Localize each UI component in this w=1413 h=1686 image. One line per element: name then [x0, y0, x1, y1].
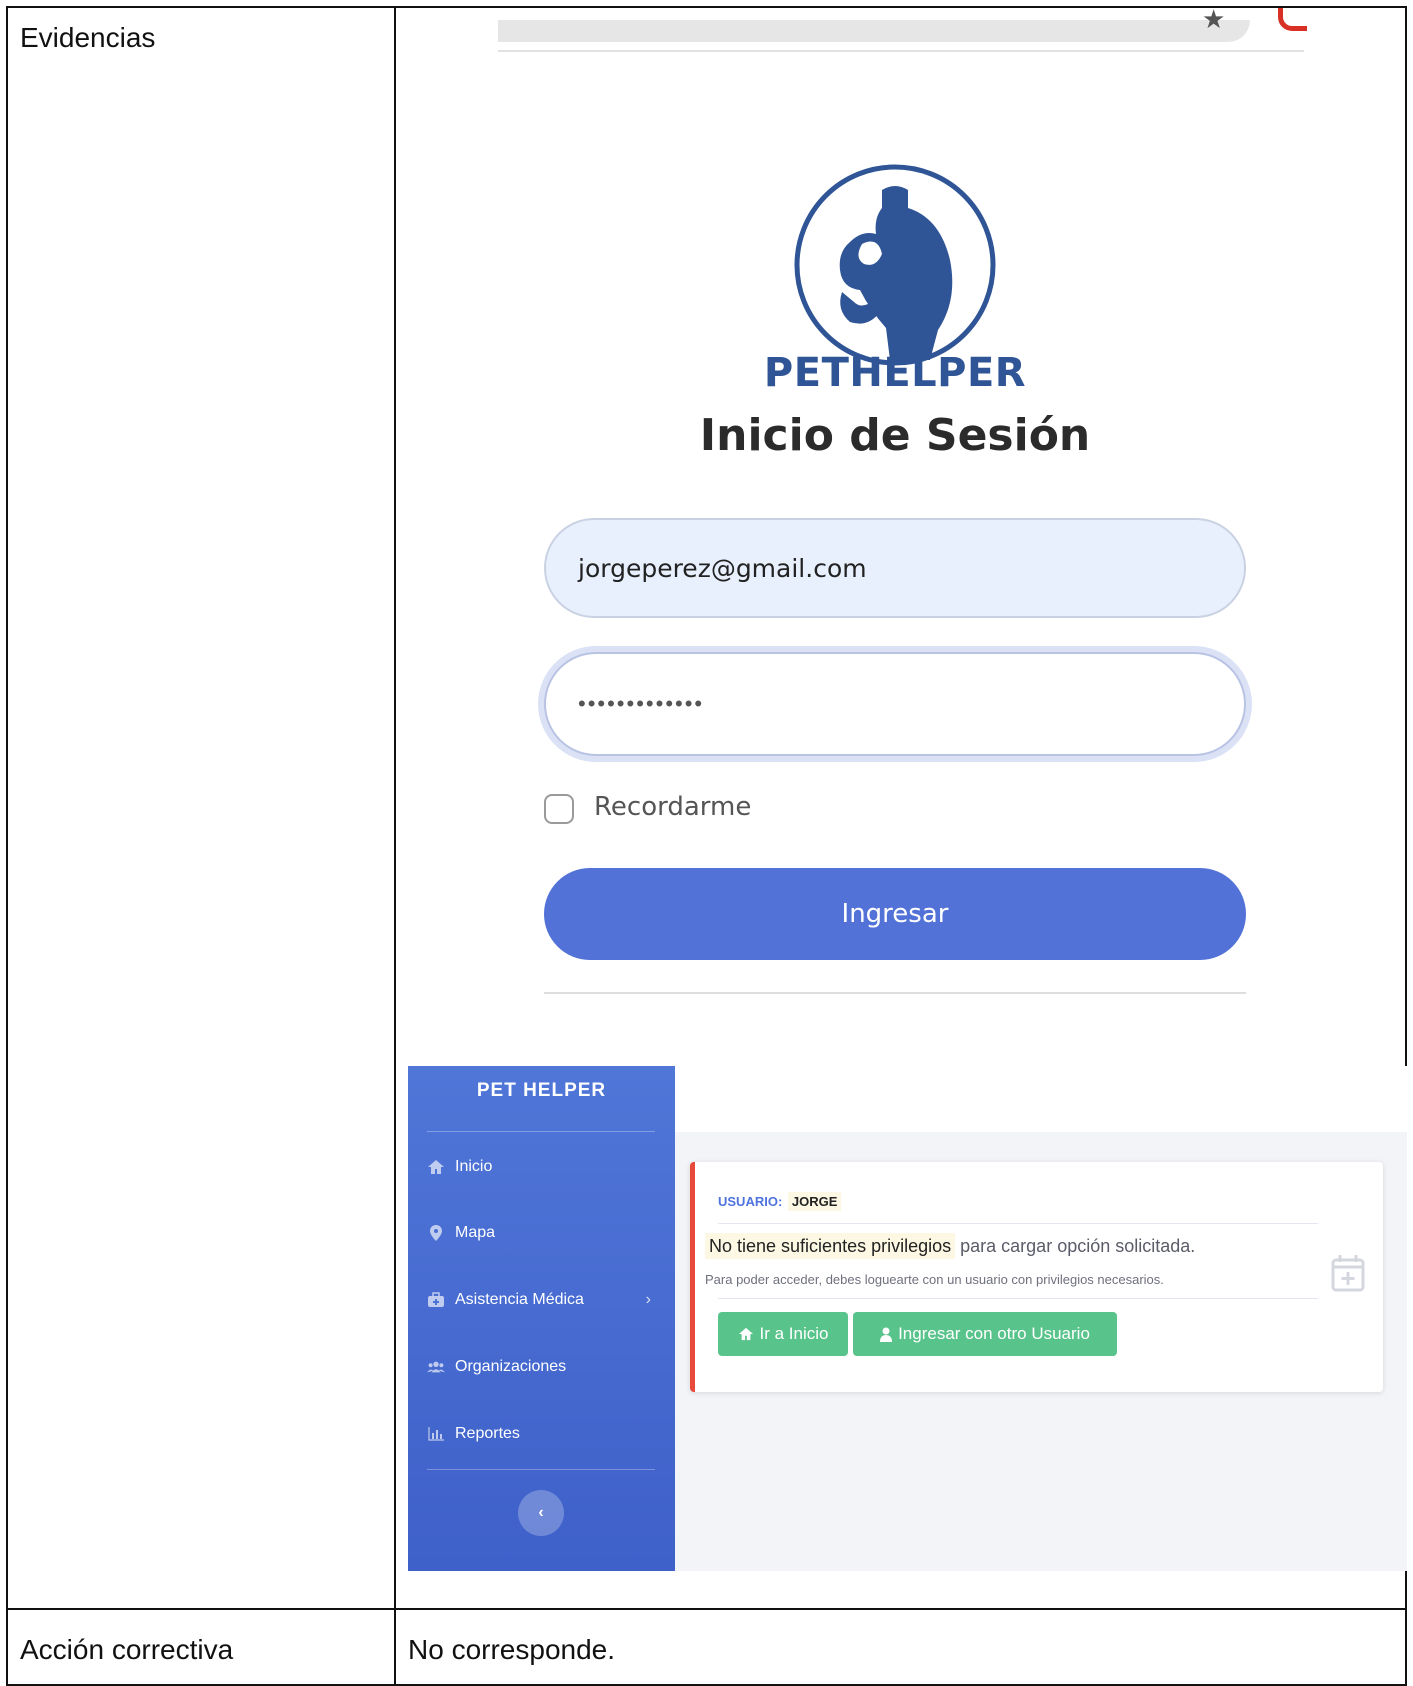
users-icon [427, 1359, 445, 1375]
sidebar-item-inicio[interactable]: Inicio [427, 1152, 655, 1182]
card-divider [718, 1298, 1318, 1299]
home-icon [738, 1327, 753, 1341]
app-content: USUARIO: JORGE No tiene suficientes priv… [675, 1132, 1407, 1571]
alert-message: No tiene suficientes privilegios para ca… [705, 1233, 1196, 1259]
sidebar-item-reportes[interactable]: Reportes [427, 1419, 655, 1449]
login-title: Inicio de Sesión [699, 410, 1091, 461]
extension-icon[interactable] [1278, 8, 1307, 31]
sidebar: PET HELPER Inicio Mapa Asistencia Médica… [408, 1066, 675, 1571]
chevron-right-icon: › [645, 1291, 651, 1308]
privilege-alert-card: USUARIO: JORGE No tiene suficientes priv… [690, 1162, 1383, 1392]
sidebar-item-label: Inicio [455, 1158, 493, 1175]
table-column-divider [394, 6, 396, 1686]
user-icon [880, 1327, 893, 1342]
browser-divider [498, 50, 1304, 52]
bookmark-star-icon[interactable]: ★ [1202, 6, 1225, 32]
login-other-user-label: Ingresar con otro Usuario [898, 1324, 1090, 1343]
email-field[interactable]: jorgeperez@gmail.com [544, 518, 1246, 618]
map-marker-icon [427, 1225, 445, 1241]
browser-address-bar[interactable] [498, 20, 1250, 42]
chart-icon [427, 1426, 445, 1442]
calendar-plus-icon [1331, 1255, 1365, 1292]
table-row-divider [6, 1608, 1407, 1610]
sidebar-item-label: Organizaciones [455, 1358, 567, 1375]
app-main: USUARIO: JORGE No tiene suficientes priv… [675, 1066, 1407, 1571]
corrective-action-value: No corresponde. [408, 1634, 616, 1665]
login-divider [544, 992, 1246, 994]
sidebar-item-mapa[interactable]: Mapa [427, 1218, 655, 1248]
go-home-label: Ir a Inicio [759, 1324, 829, 1343]
sidebar-divider [427, 1131, 655, 1132]
go-home-button[interactable]: Ir a Inicio [718, 1312, 848, 1356]
sidebar-divider [427, 1469, 655, 1470]
corrective-action-label: Acción correctiva [20, 1634, 234, 1665]
sidebar-item-label: Reportes [455, 1425, 520, 1442]
evidence-label: Evidencias [20, 22, 156, 53]
chevron-left-icon: ‹ [538, 1504, 544, 1521]
sidebar-item-organizaciones[interactable]: Organizaciones [427, 1352, 655, 1382]
sidebar-item-label: Asistencia Médica [455, 1291, 584, 1308]
card-divider [718, 1223, 1318, 1224]
sidebar-brand[interactable]: PET HELPER [408, 1080, 675, 1102]
login-other-user-button[interactable]: Ingresar con otro Usuario [853, 1312, 1117, 1356]
sidebar-toggle-button[interactable]: ‹ [518, 1490, 564, 1536]
remember-checkbox[interactable] [544, 794, 574, 824]
home-icon [427, 1159, 445, 1175]
login-submit-button[interactable]: Ingresar [544, 868, 1246, 960]
alert-message-rest: para cargar opción solicitada. [960, 1236, 1196, 1256]
user-name: JORGE [787, 1192, 842, 1211]
alert-sub-message: Para poder acceder, debes loguearte con … [705, 1272, 1164, 1287]
brand-name: PETHELPER [763, 350, 1027, 396]
sidebar-item-asistencia-medica[interactable]: Asistencia Médica › [427, 1285, 655, 1315]
medkit-icon [427, 1292, 445, 1308]
alert-highlight: No tiene suficientes privilegios [705, 1233, 956, 1259]
sidebar-item-label: Mapa [455, 1224, 496, 1241]
user-line: USUARIO: JORGE [718, 1192, 842, 1211]
password-field[interactable]: ••••••••••••• [544, 652, 1246, 756]
remember-label: Recordarme [594, 792, 752, 822]
pethelper-logo [794, 164, 996, 366]
user-label: USUARIO: [718, 1194, 783, 1209]
